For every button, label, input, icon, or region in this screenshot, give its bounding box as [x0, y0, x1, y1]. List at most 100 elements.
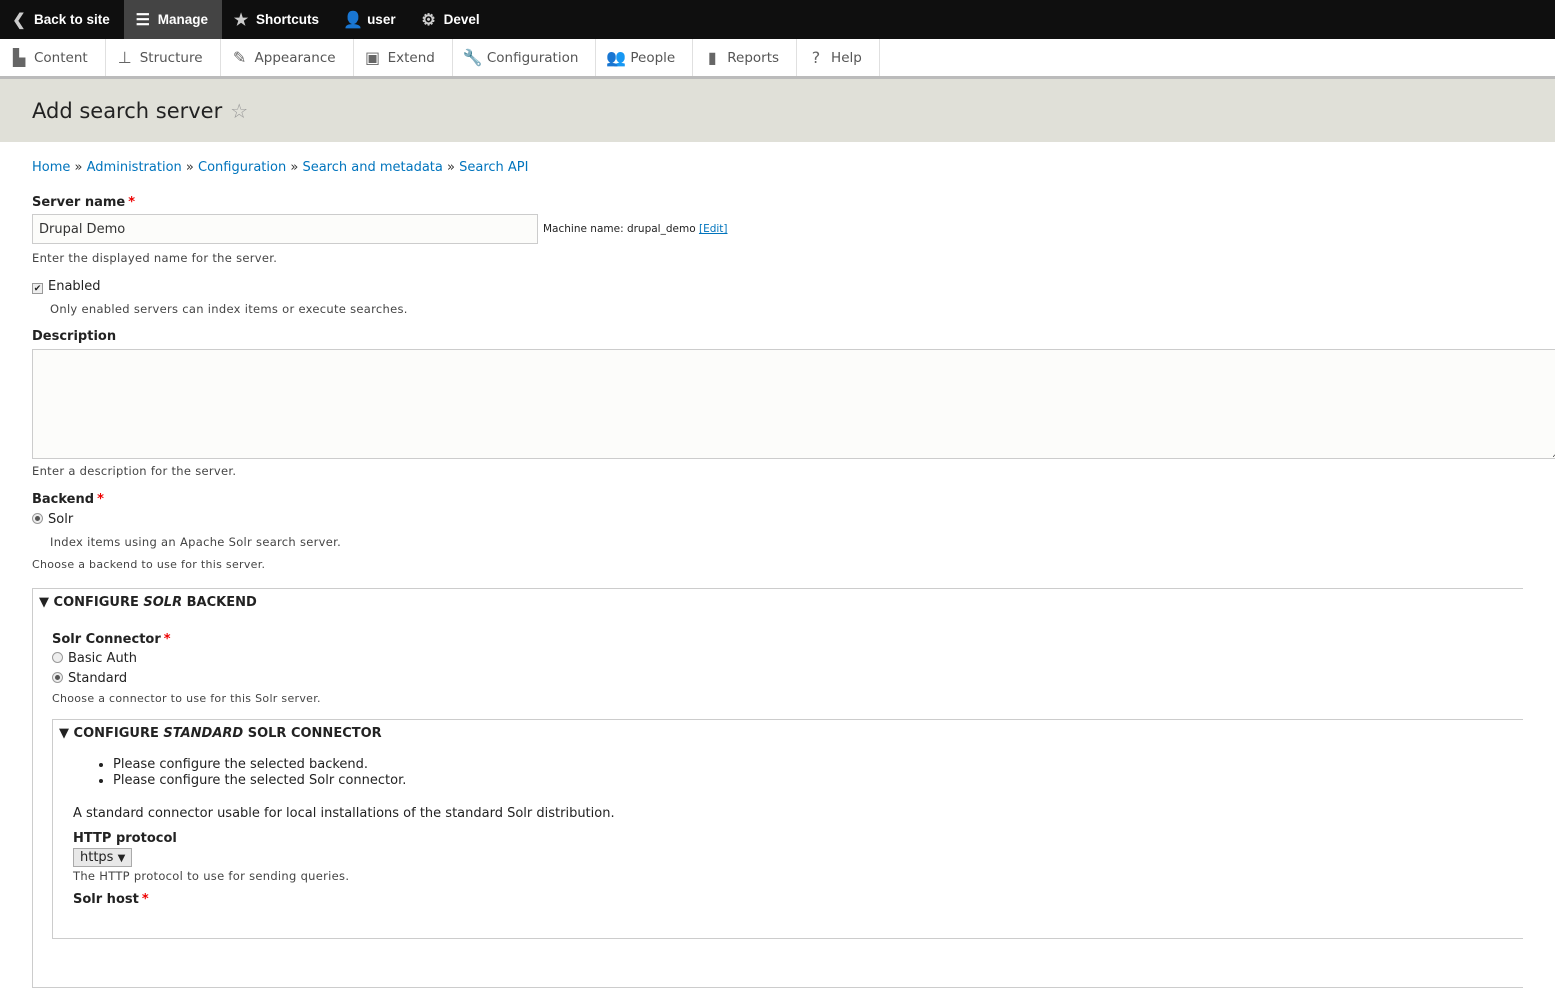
breadcrumb: Home » Administration » Configuration » …: [32, 160, 1523, 175]
breadcrumb-configuration[interactable]: Configuration: [198, 160, 286, 175]
machine-name-edit-link[interactable]: [Edit]: [699, 223, 728, 235]
toolbar-back-to-site[interactable]: ❮ Back to site: [0, 0, 124, 39]
t3: BACKEND: [182, 595, 257, 610]
backend-solr-radio[interactable]: [32, 513, 43, 524]
tray-reports[interactable]: ▮ Reports: [693, 39, 798, 76]
configure-connector-summary[interactable]: ▼ CONFIGURE STANDARD SOLR CONNECTOR: [53, 720, 1523, 741]
backend-desc: Choose a backend to use for this server.: [32, 558, 266, 571]
tray-extend[interactable]: ▣ Extend: [354, 39, 453, 76]
label: Content: [34, 49, 88, 66]
http-protocol-select[interactable]: https ▼: [73, 848, 133, 867]
admin-toolbar: ❮ Back to site ☰ Manage ★ Shortcuts 👤 user ⚙…: [0, 0, 1555, 39]
t1: CONFIGURE: [73, 726, 164, 741]
required-mark: *: [97, 492, 104, 507]
label: Structure: [139, 49, 203, 66]
description-textarea[interactable]: [32, 349, 1555, 459]
breadcrumb-search-metadata[interactable]: Search and metadata: [302, 160, 442, 175]
user-icon: 👤: [343, 11, 363, 29]
t2: SOLR: [143, 595, 183, 610]
sep: »: [290, 160, 299, 175]
breadcrumb-home[interactable]: Home: [32, 160, 70, 175]
tray-configuration[interactable]: 🔧 Configuration: [453, 39, 597, 76]
bar-chart-icon: ▮: [707, 48, 717, 67]
connector-label: Solr Connector *: [52, 632, 1523, 647]
message: Please configure the selected backend.: [113, 757, 1523, 773]
admin-tray: ▙ Content ⊥ Structure ✎ Appearance ▣ Extend …: [0, 39, 1555, 79]
enabled-checkbox[interactable]: ✔: [32, 283, 43, 294]
label: Solr Connector: [52, 632, 161, 647]
people-icon: 👥: [606, 48, 627, 67]
tray-help[interactable]: ? Help: [797, 39, 880, 76]
connector-desc: Choose a connector to use for this Solr …: [52, 692, 321, 705]
required-mark: *: [128, 195, 136, 210]
toolbar-shortcuts[interactable]: ★ Shortcuts: [222, 0, 333, 39]
label: Extend: [387, 49, 435, 66]
label: Help: [831, 49, 862, 66]
tray-structure[interactable]: ⊥ Structure: [106, 39, 221, 76]
toolbar-manage[interactable]: ☰ Manage: [123, 0, 223, 39]
server-name-desc: Enter the displayed name for the server.: [32, 251, 278, 265]
puzzle-icon: ▣: [365, 48, 381, 67]
server-name-label: Server name *: [32, 195, 1523, 210]
description-desc: Enter a description for the server.: [32, 464, 237, 478]
tray-people[interactable]: 👥 People: [596, 39, 694, 76]
label: Back to site: [34, 12, 110, 27]
breadcrumb-search-api[interactable]: Search API: [459, 160, 528, 175]
t2: STANDARD: [163, 726, 244, 741]
backend-label: Backend *: [32, 492, 1523, 507]
messages-list: Please configure the selected backend. P…: [53, 757, 1523, 789]
http-protocol-label: HTTP protocol: [73, 831, 177, 846]
label: Manage: [157, 12, 209, 27]
t1: CONFIGURE: [53, 595, 144, 610]
machine-name-text: Machine name: drupal_demo: [543, 223, 696, 235]
label: Configuration: [486, 49, 579, 66]
breadcrumb-administration[interactable]: Administration: [87, 160, 182, 175]
menu-icon: ☰: [135, 11, 150, 29]
connector-basic-auth-radio[interactable]: [52, 652, 63, 663]
message: Please configure the selected Solr conne…: [113, 773, 1523, 789]
enabled-desc: Only enabled servers can index items or …: [50, 302, 408, 316]
t3: SOLR CONNECTOR: [243, 726, 382, 741]
sep: »: [185, 160, 194, 175]
label: People: [630, 49, 676, 66]
tray-appearance[interactable]: ✎ Appearance: [221, 39, 354, 76]
http-protocol-desc: The HTTP protocol to use for sending que…: [73, 869, 350, 883]
label: Appearance: [254, 49, 336, 66]
backend-solr-label: Solr: [48, 512, 74, 527]
sitemap-icon: ⊥: [117, 48, 132, 67]
configure-connector-fieldset: ▼ CONFIGURE STANDARD SOLR CONNECTOR Plea…: [52, 719, 1523, 939]
star-icon: ★: [233, 11, 249, 29]
solr-host-label: Solr host *: [73, 892, 1523, 907]
label: Solr host: [73, 892, 139, 907]
required-mark: *: [141, 892, 149, 907]
label: Devel: [443, 12, 480, 27]
label: user: [367, 12, 396, 27]
connector-standard-radio[interactable]: [52, 672, 63, 683]
sep: »: [74, 160, 83, 175]
configure-backend-fieldset: ▼ CONFIGURE SOLR BACKEND Solr Connector *…: [32, 588, 1523, 988]
gear-icon: ⚙: [421, 11, 436, 29]
enabled-label: Enabled: [48, 279, 101, 294]
backend-solr-desc: Index items using an Apache Solr search …: [50, 535, 342, 549]
label: Server name: [32, 195, 126, 210]
tray-content[interactable]: ▙ Content: [0, 39, 106, 76]
label: Basic Auth: [68, 651, 138, 666]
configure-backend-summary[interactable]: ▼ CONFIGURE SOLR BACKEND: [33, 589, 1523, 610]
toolbar-devel[interactable]: ⚙ Devel: [410, 0, 494, 39]
help-icon: ?: [811, 48, 821, 67]
label: Reports: [727, 49, 780, 66]
file-icon: ▙: [12, 48, 26, 67]
page-header: Add search server ☆: [0, 79, 1555, 142]
required-mark: *: [163, 632, 171, 647]
back-icon: ❮: [12, 11, 26, 29]
wrench-icon: 🔧: [462, 48, 483, 67]
toolbar-user[interactable]: 👤 user: [333, 0, 410, 39]
page-title: Add search server: [32, 98, 223, 123]
shortcut-star-icon[interactable]: ☆: [230, 99, 248, 123]
description-label: Description: [32, 329, 117, 344]
chevron-down-icon: ▼: [117, 853, 126, 864]
value: https: [80, 850, 114, 865]
server-name-input[interactable]: [32, 214, 538, 244]
label: Shortcuts: [256, 12, 320, 27]
label: Standard: [68, 671, 128, 686]
